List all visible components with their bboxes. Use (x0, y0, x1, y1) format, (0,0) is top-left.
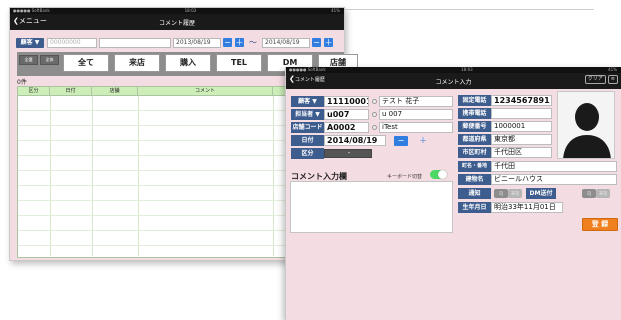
staff-name-field: u 007 (379, 109, 453, 120)
nav-bar: ❮コメント履歴 コメント入力 クリア ≡ (286, 73, 621, 89)
person-silhouette-icon (558, 92, 614, 158)
notice-on-toggle[interactable]: 可 (494, 189, 508, 198)
info-label-prefecture: 都道府県 (458, 134, 491, 145)
store-code-input[interactable]: A0002 (324, 122, 369, 133)
customer-name-field: テスト 花子 (379, 96, 453, 107)
range-separator: 〜 (249, 38, 257, 47)
date-input[interactable]: 2014/08/19 (324, 135, 386, 146)
date-to-plus-button[interactable]: ＋ (324, 38, 333, 47)
landline-field: 1234567891 (491, 95, 552, 106)
date-minus-button[interactable]: − (394, 136, 408, 146)
info-label-city: 市区町村 (458, 147, 491, 158)
page-title: コメント履歴 (158, 20, 195, 27)
keyboard-toggle[interactable] (430, 170, 447, 179)
date-from-plus-button[interactable]: ＋ (235, 38, 244, 47)
column-header-date: 日付 (50, 87, 92, 95)
date-to-input[interactable]: 2014/08/19 (262, 38, 310, 48)
city-field: 千代田区 (491, 147, 552, 158)
radio-dot-icon (372, 112, 377, 117)
date-plus-button[interactable]: ＋ (416, 136, 430, 146)
screenshot-canvas: ●●●●● SoftBank 18:03 41% ❮メニュー コメント履歴 顧客… (0, 0, 621, 320)
radio-dot-icon (372, 99, 377, 104)
clear-button[interactable]: クリア (584, 75, 606, 84)
customer-photo[interactable] (557, 91, 615, 159)
date-to-minus-button[interactable]: − (312, 38, 321, 47)
postal-code-field: 1000001 (491, 121, 552, 132)
tab-all[interactable]: 全て (63, 54, 109, 72)
column-header-store: 店舗 (92, 87, 138, 95)
category-label: 区分 (291, 148, 324, 159)
customer-select-button[interactable]: 顧客 ▼ (16, 38, 44, 48)
street-field: 千代田 (491, 161, 617, 172)
register-button[interactable]: 登 録 (582, 218, 618, 231)
store-code-label: 店舗コード (291, 122, 324, 133)
birthday-label: 生年月日 (458, 202, 491, 213)
customer-name-input[interactable] (99, 38, 171, 48)
date-from-minus-button[interactable]: − (223, 38, 232, 47)
menu-button[interactable]: ≡ (607, 75, 618, 84)
mobile-field (491, 108, 552, 119)
nav-bar: ❮メニュー コメント履歴 (10, 14, 344, 30)
select-all-button[interactable]: 全選 (19, 55, 38, 65)
date-from-input[interactable]: 2013/08/19 (173, 38, 221, 48)
tab-tel[interactable]: TEL (216, 54, 262, 72)
info-label-landline: 固定電話 (458, 95, 491, 106)
tab-purchase[interactable]: 購入 (165, 54, 211, 72)
date-label: 日付 (291, 135, 324, 146)
radio-dot-icon (372, 125, 377, 130)
store-name-field: iTest (379, 122, 453, 133)
birthday-field: 明治33年11月01日 (491, 202, 563, 213)
prefecture-field: 東京都 (491, 134, 552, 145)
page-title: コメント入力 (435, 79, 472, 86)
result-count: 0件 (17, 79, 27, 86)
staff-select-button[interactable]: 担当者 ▼ (291, 109, 324, 120)
info-label-postal: 郵便番号 (458, 121, 491, 132)
divider-line (344, 9, 594, 10)
comment-textarea[interactable] (290, 181, 453, 233)
info-label-building: 建物名 (458, 174, 491, 185)
customer-code-input[interactable]: 11110001 (324, 96, 369, 107)
info-label-street: 町名・番地 (458, 161, 491, 172)
notice-label: 通知 (458, 188, 491, 199)
dm-on-toggle[interactable]: 可 (582, 189, 596, 198)
customer-code-input[interactable]: 00000000 (47, 38, 97, 48)
keyboard-toggle-label: キーボード切替 (387, 174, 423, 180)
staff-code-input[interactable]: u007 (324, 109, 369, 120)
info-label-mobile: 携帯電話 (458, 108, 491, 119)
category-select[interactable]: - (324, 149, 372, 158)
notice-off-toggle[interactable]: 不可 (508, 189, 522, 198)
whole-button[interactable]: 全体 (40, 55, 59, 65)
dm-label: DM送付 (526, 188, 556, 199)
nav-actions: クリア ≡ (584, 75, 618, 84)
column-header-category: 区分 (18, 87, 50, 95)
tab-visit[interactable]: 来店 (114, 54, 160, 72)
column-header-comment: コメント (138, 87, 273, 95)
customer-select-button[interactable]: 顧客 ▼ (291, 96, 324, 107)
comment-entry-window: ●●●●● SoftBank 18:03 41% ❮コメント履歴 コメント入力 … (285, 67, 621, 320)
building-field: ビニールハウス (491, 174, 617, 185)
dm-off-toggle[interactable]: 不可 (596, 189, 610, 198)
